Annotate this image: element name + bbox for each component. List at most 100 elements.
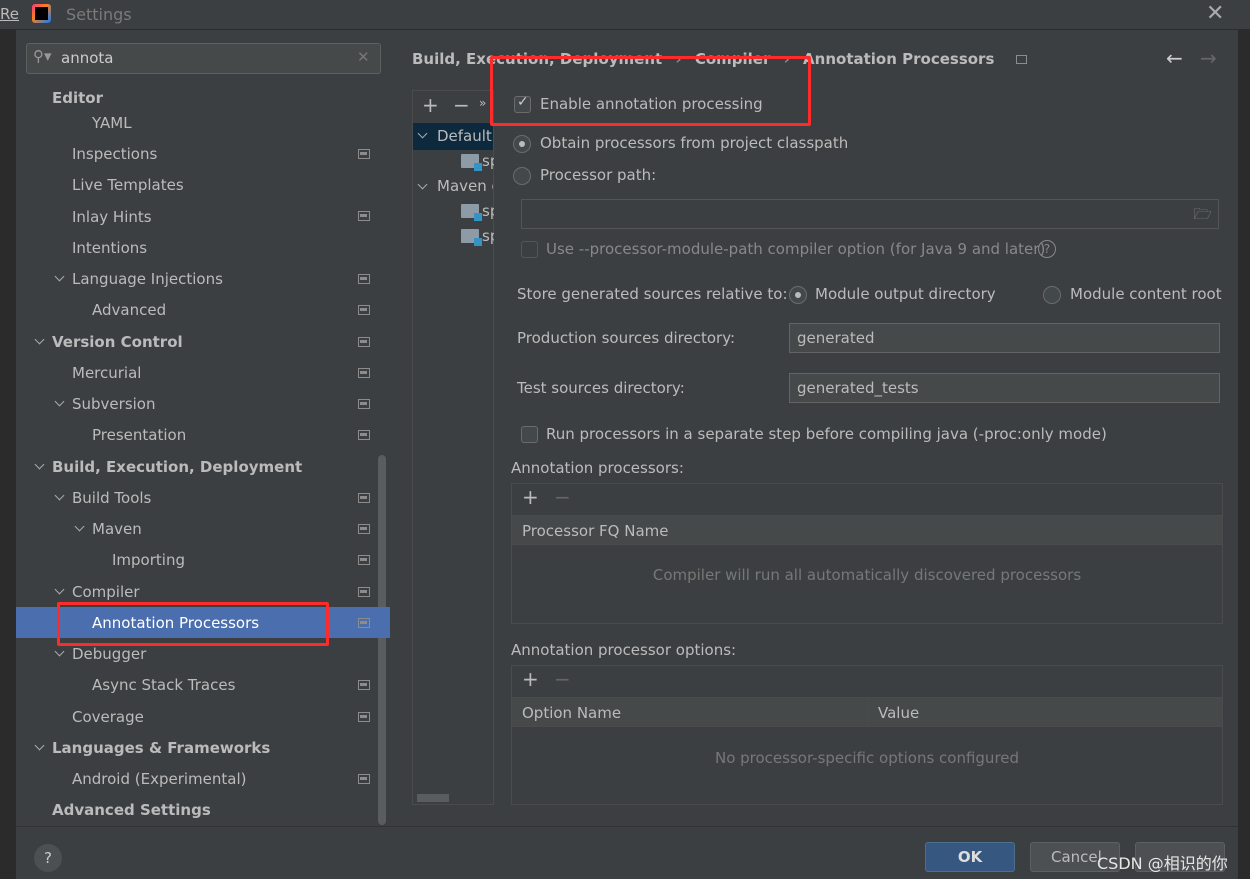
highlight-annotation [490,56,811,126]
clear-search-icon[interactable]: ✕ [357,48,370,66]
remove-icon: − [554,485,571,509]
sidebar-item-maven[interactable]: Maven [92,514,142,544]
project-level-icon [358,680,370,690]
forward-arrow-icon[interactable]: → [1200,46,1217,70]
breadcrumb-item: Annotation Processors [803,50,995,68]
sidebar-item-inlay-hints[interactable]: Inlay Hints [72,202,152,232]
sidebar-item-presentation[interactable]: Presentation [92,420,186,450]
add-icon[interactable]: + [522,485,539,509]
test-dir-input[interactable]: generated_tests [789,373,1220,403]
module-content-radio[interactable] [1043,286,1061,304]
background-ide [0,30,16,879]
project-level-icon [358,587,370,597]
processor-path-radio[interactable] [513,167,531,185]
project-level-icon [358,211,370,221]
run-separate-label: Run processors in a separate step before… [546,425,1107,443]
project-level-icon [358,524,370,534]
sidebar-item-build-execution-deployment[interactable]: Build, Execution, Deployment [52,452,302,482]
empty-state-text: Compiler will run all automatically disc… [652,566,1082,584]
sidebar-item-inspections[interactable]: Inspections [72,139,157,169]
sidebar-item-mercurial[interactable]: Mercurial [72,358,141,388]
test-dir-label: Test sources directory: [517,379,685,397]
background-menu-text: Re [0,5,19,23]
ok-button[interactable]: OK [925,842,1015,872]
run-separate-checkbox[interactable] [521,426,538,443]
profiles-panel: + − » Default sp Maven d sp sp [412,90,494,805]
sidebar-item-intentions[interactable]: Intentions [72,233,147,263]
chevron-down-icon[interactable] [417,179,428,190]
dialog-footer: ? OK Cancel [16,826,1238,879]
profiles-scrollbar[interactable] [417,794,449,802]
store-generated-label: Store generated sources relative to: [517,285,788,303]
sidebar-item-android[interactable]: Android (Experimental) [72,764,247,794]
empty-state-text: No processor-specific options configured [714,749,1020,767]
processors-table: + − Processor FQ Name Compiler will run … [511,483,1223,624]
close-icon[interactable]: ✕ [1206,1,1224,26]
project-level-icon [358,337,370,347]
profile-default[interactable]: Default [437,127,492,145]
highlight-annotation [57,602,329,646]
project-level-icon [358,493,370,503]
module-folder-icon [461,154,482,171]
help-icon[interactable]: ? [1038,240,1056,258]
sidebar-item-yaml[interactable]: YAML [92,108,132,138]
annotation-processors-label: Annotation processors: [511,459,684,477]
project-level-icon [358,149,370,159]
profile-module[interactable]: sp [482,152,494,170]
profile-module[interactable]: sp [482,202,494,220]
column-header[interactable]: Option Name [522,704,621,722]
module-folder-icon [461,204,482,221]
sidebar-item-advanced[interactable]: Advanced [92,295,166,325]
column-header[interactable]: Processor FQ Name [522,522,668,540]
background-ide [1238,30,1250,879]
module-path-label: Use --processor-module-path compiler opt… [546,240,1046,258]
help-button[interactable]: ? [34,844,62,872]
project-level-icon [358,430,370,440]
sidebar-item-build-tools[interactable]: Build Tools [72,483,151,513]
obtain-classpath-radio[interactable] [513,135,531,153]
module-output-radio[interactable] [789,286,807,304]
profile-maven[interactable]: Maven d [437,177,493,195]
remove-icon[interactable]: − [453,93,470,117]
project-level-icon [358,774,370,784]
project-level-icon [1015,55,1027,64]
sidebar-item-languages-frameworks[interactable]: Languages & Frameworks [52,733,270,763]
module-folder-icon [461,229,482,246]
app-logo-icon [32,4,51,23]
remove-icon: − [554,667,571,691]
sidebar-item-async-stack-traces[interactable]: Async Stack Traces [92,670,235,700]
project-level-icon [358,305,370,315]
sidebar-item-version-control[interactable]: Version Control [52,327,183,357]
more-icon[interactable]: » [479,96,486,110]
processor-path-input[interactable]: 🗁 [521,199,1219,229]
module-output-label: Module output directory [815,285,996,303]
add-icon[interactable]: + [522,667,539,691]
project-level-icon [358,555,370,565]
module-path-checkbox[interactable] [521,241,538,258]
sidebar-scrollbar[interactable] [378,455,386,825]
search-input[interactable]: ⚲▾ annota ✕ [26,43,381,74]
project-level-icon [358,368,370,378]
profile-module[interactable]: sp [482,227,494,245]
options-table: + − Option Name Value No processor-speci… [511,665,1223,805]
sidebar-item-importing[interactable]: Importing [112,545,185,575]
project-level-icon [358,618,370,628]
obtain-classpath-label: Obtain processors from project classpath [540,134,849,152]
production-dir-label: Production sources directory: [517,329,736,347]
production-dir-input[interactable]: generated [789,323,1220,353]
column-header[interactable]: Value [878,704,919,722]
sidebar-item-coverage[interactable]: Coverage [72,702,144,732]
sidebar-item-advanced-settings[interactable]: Advanced Settings [52,795,211,825]
window-title: Settings [66,5,132,24]
project-level-icon [358,712,370,722]
add-icon[interactable]: + [422,93,439,117]
title-bar: Re Settings ✕ [0,0,1250,30]
sidebar-item-live-templates[interactable]: Live Templates [72,170,184,200]
sidebar-item-language-injections[interactable]: Language Injections [72,264,223,294]
module-content-label: Module content root [1070,285,1222,303]
browse-folder-icon[interactable]: 🗁 [1193,200,1212,228]
search-value: annota [61,49,114,67]
sidebar-item-subversion[interactable]: Subversion [72,389,156,419]
back-arrow-icon[interactable]: ← [1166,46,1183,70]
project-level-icon [358,274,370,284]
